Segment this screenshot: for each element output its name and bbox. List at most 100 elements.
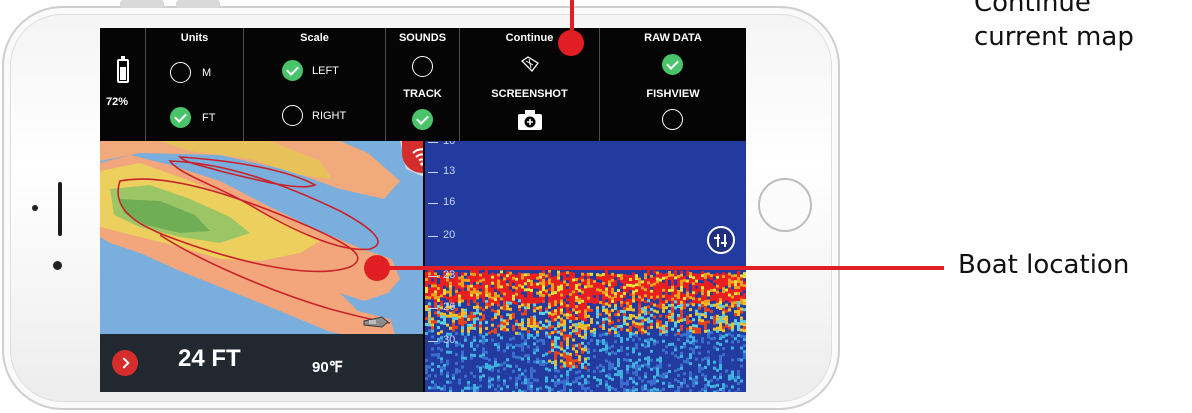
sonar-echo — [704, 389, 707, 392]
units-m-radio[interactable] — [170, 62, 191, 83]
sonar-echo — [443, 366, 446, 370]
sonar-echo — [710, 331, 713, 335]
sonar-echo — [563, 292, 566, 296]
sonar-echo — [566, 304, 569, 308]
sonar-echo — [698, 303, 701, 307]
sonar-echo — [482, 290, 485, 294]
sonar-echo — [551, 301, 554, 305]
sonar-echo — [554, 291, 557, 295]
sonar-echo — [563, 355, 566, 359]
scale-left-radio[interactable] — [282, 60, 303, 81]
sonar-echo — [497, 345, 500, 349]
sonar-echo — [527, 300, 530, 304]
camera-icon[interactable] — [517, 109, 543, 131]
sonar-echo — [512, 291, 515, 295]
sonar-echo — [467, 386, 470, 390]
continue-callout-dot — [558, 30, 584, 56]
sonar-echo — [608, 286, 611, 290]
sonar-echo — [629, 331, 632, 335]
sonar-echo — [524, 375, 527, 379]
sonar-echo — [632, 272, 635, 276]
sonar-echo — [710, 310, 713, 314]
sonar-echo — [734, 337, 737, 341]
sonar-echo — [740, 322, 743, 326]
sonar-echo — [578, 343, 581, 347]
sonar-echo — [680, 366, 683, 370]
raw-data-toggle[interactable] — [662, 54, 683, 75]
sonar-echo — [623, 358, 626, 362]
sonar-echo — [605, 278, 608, 282]
sonar-echo — [638, 325, 641, 329]
sonar-echo — [506, 295, 509, 299]
sonar-echo — [653, 276, 656, 280]
sonar-echo — [428, 287, 431, 291]
sonar-echo — [542, 339, 545, 343]
sonar-echo — [566, 283, 569, 287]
sonar-echo — [572, 305, 575, 309]
sonar-echo — [563, 364, 566, 368]
sonar-echo — [560, 329, 563, 333]
sonar-echo — [584, 309, 587, 313]
sonar-echo — [656, 295, 659, 299]
sonar-echo — [602, 275, 605, 279]
sonar-echo — [494, 280, 497, 284]
sonar-echo — [605, 272, 608, 276]
sonar-echo — [647, 299, 650, 303]
expand-arrow-button[interactable] — [112, 350, 138, 376]
scale-right-radio[interactable] — [282, 105, 303, 126]
sonar-echo — [542, 273, 545, 277]
sonar-echo — [533, 360, 536, 364]
sonar-echo — [644, 330, 647, 334]
sonar-echo — [680, 345, 683, 349]
sonar-echo — [536, 306, 539, 310]
sonar-settings-button[interactable] — [707, 226, 735, 254]
sonar-echo — [512, 279, 515, 283]
fishview-toggle[interactable] — [662, 109, 683, 130]
sonar-echo — [692, 279, 695, 283]
sonar-echo — [470, 371, 473, 375]
sonar-echo — [728, 377, 731, 381]
sonar-echo — [620, 345, 623, 349]
sonar-echo — [713, 366, 716, 370]
sonar-echo — [632, 380, 635, 384]
sonar-echo — [719, 291, 722, 295]
sonar-echo — [731, 295, 734, 299]
sonar-echo — [677, 328, 680, 332]
sonar-echo — [554, 303, 557, 307]
sonar-echo — [743, 326, 746, 330]
sonar-echo — [728, 308, 731, 312]
sonar-echo — [512, 294, 515, 298]
units-ft-radio[interactable] — [170, 107, 191, 128]
sonar-echo — [482, 293, 485, 297]
sonar-echo — [614, 298, 617, 302]
sonar-echo — [545, 310, 548, 314]
sonar-echo — [428, 281, 431, 285]
sonar-echo — [644, 372, 647, 376]
sonar-echo — [656, 388, 659, 392]
sonar-echo — [671, 297, 674, 301]
sonar-echo — [611, 308, 614, 312]
sonar-echo — [635, 373, 638, 377]
map-icon[interactable] — [520, 55, 540, 73]
sonar-echo — [611, 299, 614, 303]
sonar-echo — [479, 375, 482, 379]
sonar-echo — [467, 299, 470, 303]
sonar-echo — [650, 277, 653, 281]
sonar-echo — [590, 287, 593, 291]
map-info-bar: 24 FT 90℉ — [100, 334, 424, 392]
home-button[interactable] — [758, 178, 812, 232]
sonar-echo — [710, 277, 713, 281]
sonar-echo — [719, 375, 722, 379]
sonar-echo — [527, 291, 530, 295]
sonar-echo — [665, 300, 668, 304]
sonar-echo — [710, 286, 713, 290]
sounds-toggle[interactable] — [412, 56, 433, 77]
sonar-echo — [548, 272, 551, 276]
sonar-echo — [647, 305, 650, 309]
sonar-echo — [719, 342, 722, 346]
sonar-echo — [563, 289, 566, 293]
sonar-echo — [566, 271, 569, 275]
track-toggle[interactable] — [412, 109, 433, 130]
sonar-echo — [623, 313, 626, 317]
sonar-echo — [584, 315, 587, 319]
